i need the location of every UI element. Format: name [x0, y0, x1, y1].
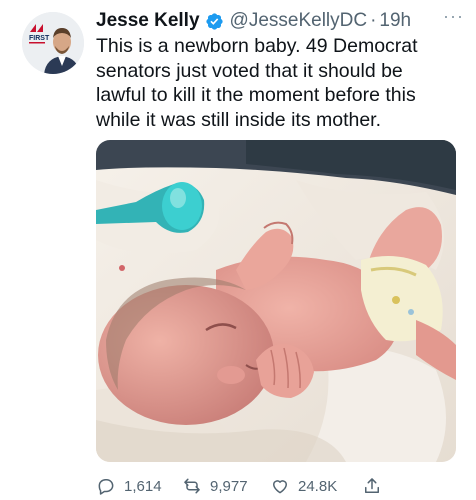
timestamp[interactable]: 19h — [379, 10, 411, 32]
reply-count: 1,614 — [124, 477, 162, 495]
avatar-badge-text: FIRST — [29, 35, 50, 42]
reply-icon — [98, 479, 114, 495]
reply-button[interactable]: 1,614 — [96, 476, 182, 496]
verified-badge-icon — [205, 12, 223, 30]
like-button[interactable]: 24.8K — [270, 476, 362, 496]
share-button[interactable] — [362, 476, 382, 496]
retweet-count: 9,977 — [210, 477, 248, 495]
avatar[interactable]: FIRST — [22, 12, 84, 74]
heart-icon — [273, 480, 287, 494]
tweet-text: This is a newborn baby. 49 Democrat sena… — [96, 35, 418, 131]
author-handle[interactable]: @JesseKellyDC — [230, 10, 368, 32]
retweet-button[interactable]: 9,977 — [182, 476, 270, 496]
tweet-header: Jesse Kelly @JesseKellyDC · 19h — [96, 8, 466, 34]
tweet-actions: 1,614 9,977 24.8K — [96, 474, 426, 498]
author-name[interactable]: Jesse Kelly — [96, 10, 200, 32]
avatar-image: FIRST — [22, 12, 84, 74]
separator-dot: · — [370, 10, 377, 31]
share-icon — [365, 478, 379, 493]
more-options-icon[interactable]: ··· — [443, 6, 464, 27]
newborn-baby-photo — [96, 140, 456, 462]
tweet-media[interactable] — [96, 140, 456, 462]
like-count: 24.8K — [298, 477, 338, 495]
tweet: FIRST Jesse Kelly @JesseKellyDC · 19h ··… — [0, 0, 476, 500]
retweet-icon — [184, 478, 200, 494]
